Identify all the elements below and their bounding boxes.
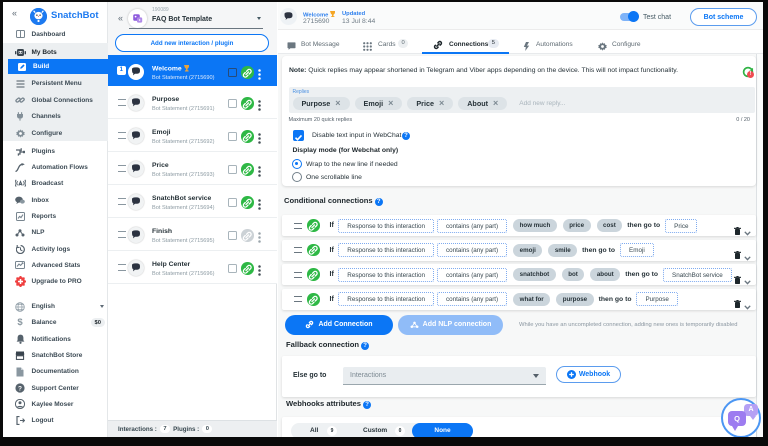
svg-text:?: ? bbox=[18, 385, 22, 392]
